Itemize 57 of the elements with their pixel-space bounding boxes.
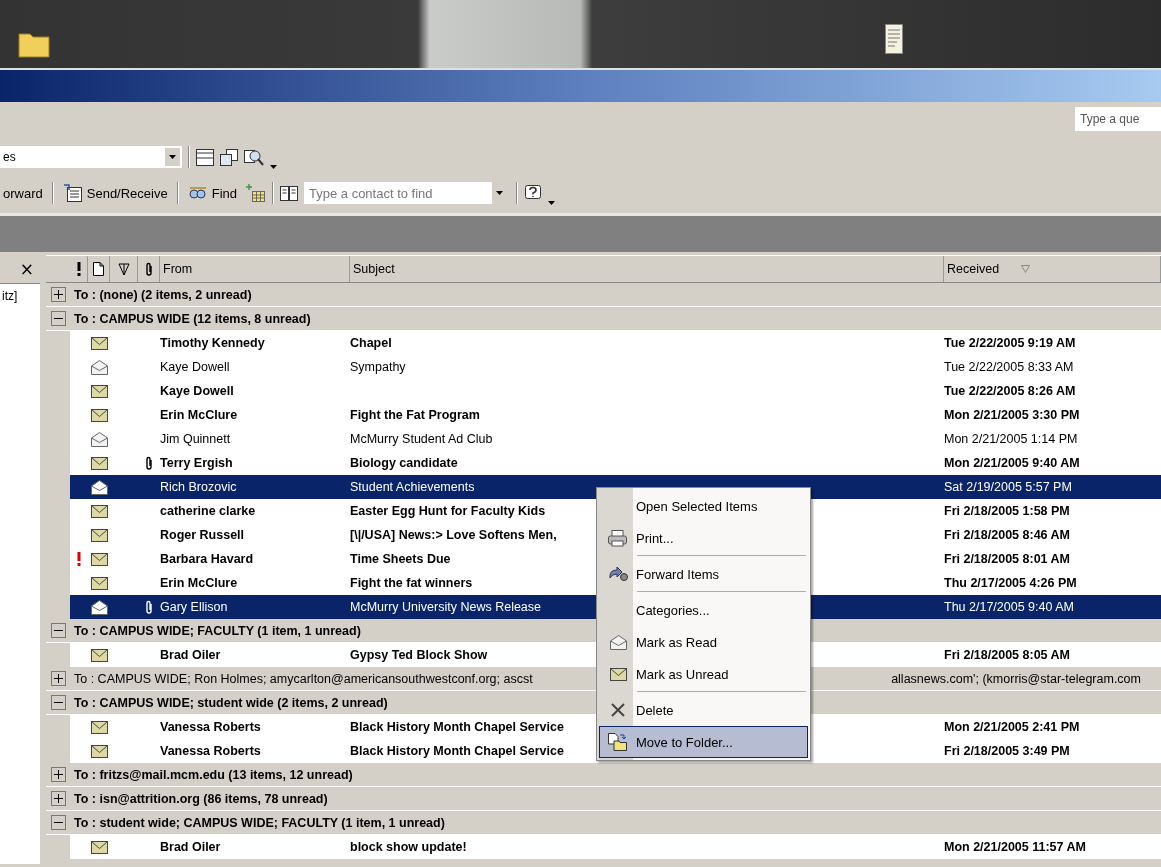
- received-date-text: Fri 2/18/2005 8:01 AM: [944, 552, 1070, 566]
- subject-text: Biology candidate: [350, 456, 458, 470]
- group-label: To : student wide; CAMPUS WIDE; FACULTY (1 item, 1 unread): [74, 815, 445, 830]
- sender-text: Erin McClure: [160, 576, 238, 590]
- received-date-text: Fri 2/18/2005 8:05 AM: [944, 648, 1070, 662]
- sender-text: Roger Russell: [160, 528, 245, 542]
- subject-text: [\|/USA] News:> Love Softens Men,: [350, 528, 557, 542]
- sender-text: Brad Oiler: [160, 648, 221, 662]
- group-label: To : CAMPUS WIDE; student wide (2 items, 2 unread): [74, 695, 388, 710]
- received-date-text: Mon 2/21/2005 2:41 PM: [944, 720, 1080, 734]
- subject-text: Black History Month Chapel Service: [350, 720, 564, 734]
- received-date-text: Mon 2/21/2005 9:40 AM: [944, 456, 1080, 470]
- received-date-text: Thu 2/17/2005 4:26 PM: [944, 576, 1077, 590]
- received-date-text: Tue 2/22/2005 8:26 AM: [944, 384, 1076, 398]
- subject-text: McMurry University News Release: [350, 600, 541, 614]
- sender-text: Rich Brozovic: [160, 480, 237, 494]
- received-date-text: Thu 2/17/2005 9:40 AM: [944, 600, 1074, 614]
- subject-text: McMurry Student Ad Club: [350, 432, 493, 446]
- received-date-text: Tue 2/22/2005 9:19 AM: [944, 336, 1076, 350]
- group-label: To : CAMPUS WIDE; Ron Holmes; amycarlton@americansouthwestconf.org; ascst: [74, 671, 533, 686]
- received-date-text: Fri 2/18/2005 3:49 PM: [944, 744, 1070, 758]
- sender-text: Timothy Kennedy: [160, 336, 265, 350]
- sender-text: Vanessa Roberts: [160, 744, 261, 758]
- received-date-text: Mon 2/21/2005 3:30 PM: [944, 408, 1080, 422]
- sender-text: Vanessa Roberts: [160, 720, 261, 734]
- group-label: To : isn@attrition.org (86 items, 78 unread): [74, 791, 328, 806]
- received-date-text: Mon 2/21/2005 11:57 AM: [944, 840, 1086, 854]
- subject-text: Black History Month Chapel Service: [350, 744, 564, 758]
- sender-text: Terry Ergish: [160, 456, 233, 470]
- subject-text: block show update!: [350, 840, 467, 854]
- sender-text: Gary Ellison: [160, 600, 228, 614]
- received-date-text: Fri 2/18/2005 8:46 AM: [944, 528, 1070, 542]
- group-label: To : CAMPUS WIDE; FACULTY (1 item, 1 unread): [74, 623, 361, 638]
- subject-text: Easter Egg Hunt for Faculty Kids: [350, 504, 546, 518]
- received-date-text: Sat 2/19/2005 5:57 PM: [944, 480, 1072, 494]
- group-label: To : fritzs@mail.mcm.edu (13 items, 12 unread): [74, 767, 353, 782]
- subject-text: Fight the fat winners: [350, 576, 473, 590]
- sender-text: Jim Quinnett: [160, 432, 231, 446]
- folder-pane-text: itz]: [1, 288, 19, 303]
- group-label: allasnews.com'; (kmorris@star-telegram.com: [891, 671, 1141, 686]
- received-date-text: Fri 2/18/2005 1:58 PM: [944, 504, 1070, 518]
- subject-text: Time Sheets Due: [350, 552, 451, 566]
- subject-text: Sympathy: [350, 360, 406, 374]
- sender-text: Kaye Dowell: [160, 384, 234, 398]
- sender-text: Barbara Havard: [160, 552, 254, 566]
- subject-text: Chapel: [350, 336, 392, 350]
- received-date-text: Mon 2/21/2005 1:14 PM: [944, 432, 1078, 446]
- subject-text: Student Achievements: [350, 480, 475, 494]
- received-date-text: Tue 2/22/2005 8:33 AM: [944, 360, 1074, 374]
- sender-text: Brad Oiler: [160, 840, 221, 854]
- group-label: To : (none) (2 items, 2 unread): [74, 287, 252, 302]
- sender-text: Erin McClure: [160, 408, 238, 422]
- subject-text: Fight the Fat Program: [350, 408, 480, 422]
- sender-text: catherine clarke: [160, 504, 256, 518]
- sender-text: Kaye Dowell: [160, 360, 230, 374]
- subject-text: Gypsy Ted Block Show: [350, 648, 488, 662]
- group-label: To : CAMPUS WIDE (12 items, 8 unread): [74, 311, 311, 326]
